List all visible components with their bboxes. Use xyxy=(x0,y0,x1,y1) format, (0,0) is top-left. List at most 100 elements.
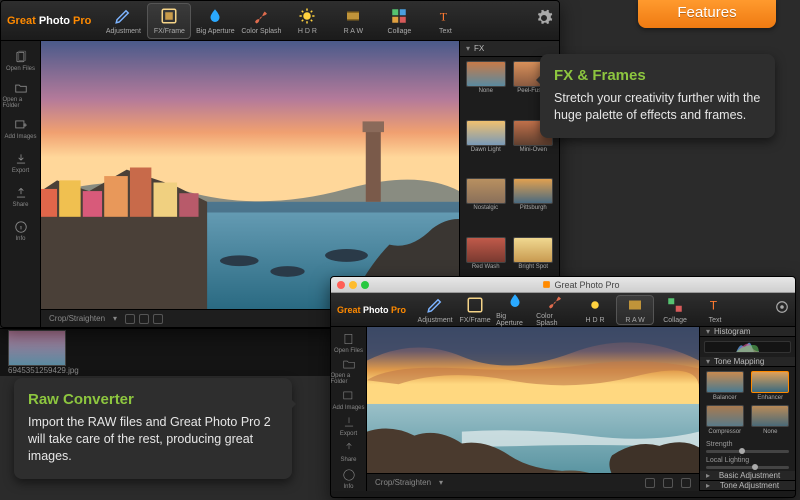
svg-text:T: T xyxy=(710,298,718,312)
toolbar-fx-frame[interactable]: FX/Frame xyxy=(147,3,191,39)
features-badge: Features xyxy=(638,0,776,28)
crop-straighten-label[interactable]: Crop/Straighten xyxy=(375,478,431,487)
tm-item[interactable]: None xyxy=(750,405,792,435)
sidebar-open-files[interactable]: Open Files xyxy=(331,331,367,355)
sidebar-share[interactable]: Share xyxy=(3,181,39,213)
toolbar-label: R A W xyxy=(625,317,644,324)
fx-item[interactable]: None xyxy=(464,61,508,116)
text-icon: T xyxy=(436,7,454,25)
basic-adjustment-header[interactable]: ▸ Basic Adjustment xyxy=(700,471,795,481)
settings-gear-icon[interactable] xyxy=(535,9,553,32)
droplet-icon xyxy=(206,7,224,25)
zoom-in-icon[interactable] xyxy=(153,314,163,324)
callout-fx-frames: FX & Frames Stretch your creativity furt… xyxy=(540,54,775,138)
toolbar-label: FX/Frame xyxy=(154,28,185,35)
sidebar-add-images[interactable]: Add Images xyxy=(331,387,367,411)
sidebar-label: Add Images xyxy=(4,134,36,140)
histogram-header[interactable]: ▾ Histogram xyxy=(700,327,795,337)
tool-icon[interactable] xyxy=(645,478,655,488)
zoom-out-icon[interactable] xyxy=(125,314,135,324)
pencil-icon xyxy=(114,7,132,25)
zoom-fit-icon[interactable] xyxy=(139,314,149,324)
tool-icon[interactable] xyxy=(663,478,673,488)
tonemapping-header[interactable]: ▾ Tone Mapping xyxy=(700,357,795,367)
sun-icon xyxy=(586,296,604,314)
window-zoom-icon[interactable] xyxy=(361,281,369,289)
info-icon xyxy=(14,220,28,234)
sidebar-export[interactable]: Export xyxy=(331,414,367,438)
folder-icon xyxy=(14,81,28,95)
panel-title: Histogram xyxy=(714,327,750,336)
chevron-down-icon[interactable]: ▾ xyxy=(113,314,117,323)
fx-item[interactable]: Pittsburgh xyxy=(512,178,556,233)
tm-item[interactable]: Compressor xyxy=(704,405,746,435)
paintbrush-icon xyxy=(546,292,564,310)
settings-gear-icon[interactable] xyxy=(775,300,789,319)
toolbar-hdr[interactable]: H D R xyxy=(285,3,329,39)
toolbar-big-aperture[interactable]: Big Aperture xyxy=(193,3,237,39)
chevron-down-icon: ▾ xyxy=(706,357,710,366)
tool-icon[interactable] xyxy=(681,478,691,488)
crop-straighten-label[interactable]: Crop/Straighten xyxy=(49,314,105,323)
toolbar-collage[interactable]: Collage xyxy=(377,3,421,39)
toolbar-color-splash[interactable]: Color Splash xyxy=(239,3,283,39)
raw-panel: ▾ Histogram ▾ Tone Mapping Balancer Enha… xyxy=(699,327,795,491)
tm-item[interactable]: Balancer xyxy=(704,371,746,401)
sidebar-info[interactable]: Info xyxy=(3,215,39,247)
toolbar-label: Adjustment xyxy=(106,28,141,35)
window-close-icon[interactable] xyxy=(337,281,345,289)
strength-slider[interactable]: Strength xyxy=(700,439,795,455)
folder-icon xyxy=(342,357,356,371)
toolbar-color-splash[interactable]: Color Splash xyxy=(536,295,574,325)
toolbar-text[interactable]: T Text xyxy=(696,295,734,325)
sidebar-share[interactable]: Share xyxy=(331,440,367,464)
chevron-down-icon[interactable]: ▾ xyxy=(439,478,443,487)
window-title: Great Photo Pro xyxy=(373,280,789,290)
slider-label: Local Lighting xyxy=(706,457,749,464)
tone-adjustment-header[interactable]: ▸ Tone Adjustment xyxy=(700,481,795,491)
toolbar-label: Adjustment xyxy=(418,317,453,324)
sidebar-open-folder[interactable]: Open a Folder xyxy=(331,357,367,385)
fx-item[interactable]: Nostalgic xyxy=(464,178,508,233)
toolbar-raw[interactable]: R A W xyxy=(616,295,654,325)
app-icon xyxy=(542,280,551,289)
photo-preview xyxy=(367,327,699,473)
callout-raw-converter: Raw Converter Import the RAW files and G… xyxy=(14,378,292,479)
export-icon xyxy=(342,415,356,429)
sidebar-open-folder[interactable]: Open a Folder xyxy=(3,79,39,111)
sub-canvas[interactable] xyxy=(367,327,699,473)
sidebar-label: Open a Folder xyxy=(3,97,39,109)
toolbar-raw[interactable]: R A W xyxy=(331,3,375,39)
toolbar-adjustment[interactable]: Adjustment xyxy=(416,295,454,325)
sidebar-add-images[interactable]: Add Images xyxy=(3,113,39,145)
toolbar-big-aperture[interactable]: Big Aperture xyxy=(496,295,534,325)
export-icon xyxy=(14,152,28,166)
filmstrip-filename: 6945351259429.jpg xyxy=(8,366,79,375)
toolbar-collage[interactable]: Collage xyxy=(656,295,694,325)
histogram-display xyxy=(704,341,791,353)
main-canvas[interactable] xyxy=(41,41,459,309)
chevron-down-icon: ▾ xyxy=(706,327,710,336)
fx-item[interactable]: Dawn Light xyxy=(464,120,508,175)
sidebar-info[interactable]: Info xyxy=(331,467,367,491)
sidebar-open-files[interactable]: Open Files xyxy=(3,45,39,77)
window-minimize-icon[interactable] xyxy=(349,281,357,289)
toolbar-text[interactable]: T Text xyxy=(423,3,467,39)
sidebar-export[interactable]: Export xyxy=(3,147,39,179)
photo-preview xyxy=(41,41,459,309)
sun-icon xyxy=(298,7,316,25)
film-icon xyxy=(344,7,362,25)
filmstrip-thumb[interactable]: 6945351259429.jpg xyxy=(8,330,79,375)
tm-item[interactable]: Enhancer xyxy=(750,371,792,401)
pencil-icon xyxy=(426,296,444,314)
toolbar-label: Collage xyxy=(663,317,687,324)
image-plus-icon xyxy=(342,389,356,403)
toolbar-adjustment[interactable]: Adjustment xyxy=(101,3,145,39)
toolbar-fx-frame[interactable]: FX/Frame xyxy=(456,295,494,325)
left-sidebar: Open Files Open a Folder Add Images Expo… xyxy=(1,41,41,327)
brand-logo: Great Photo Pro xyxy=(7,15,99,27)
frame-icon xyxy=(466,296,484,314)
toolbar-hdr[interactable]: H D R xyxy=(576,295,614,325)
files-icon xyxy=(342,332,356,346)
local-lighting-slider[interactable]: Local Lighting xyxy=(700,455,795,471)
